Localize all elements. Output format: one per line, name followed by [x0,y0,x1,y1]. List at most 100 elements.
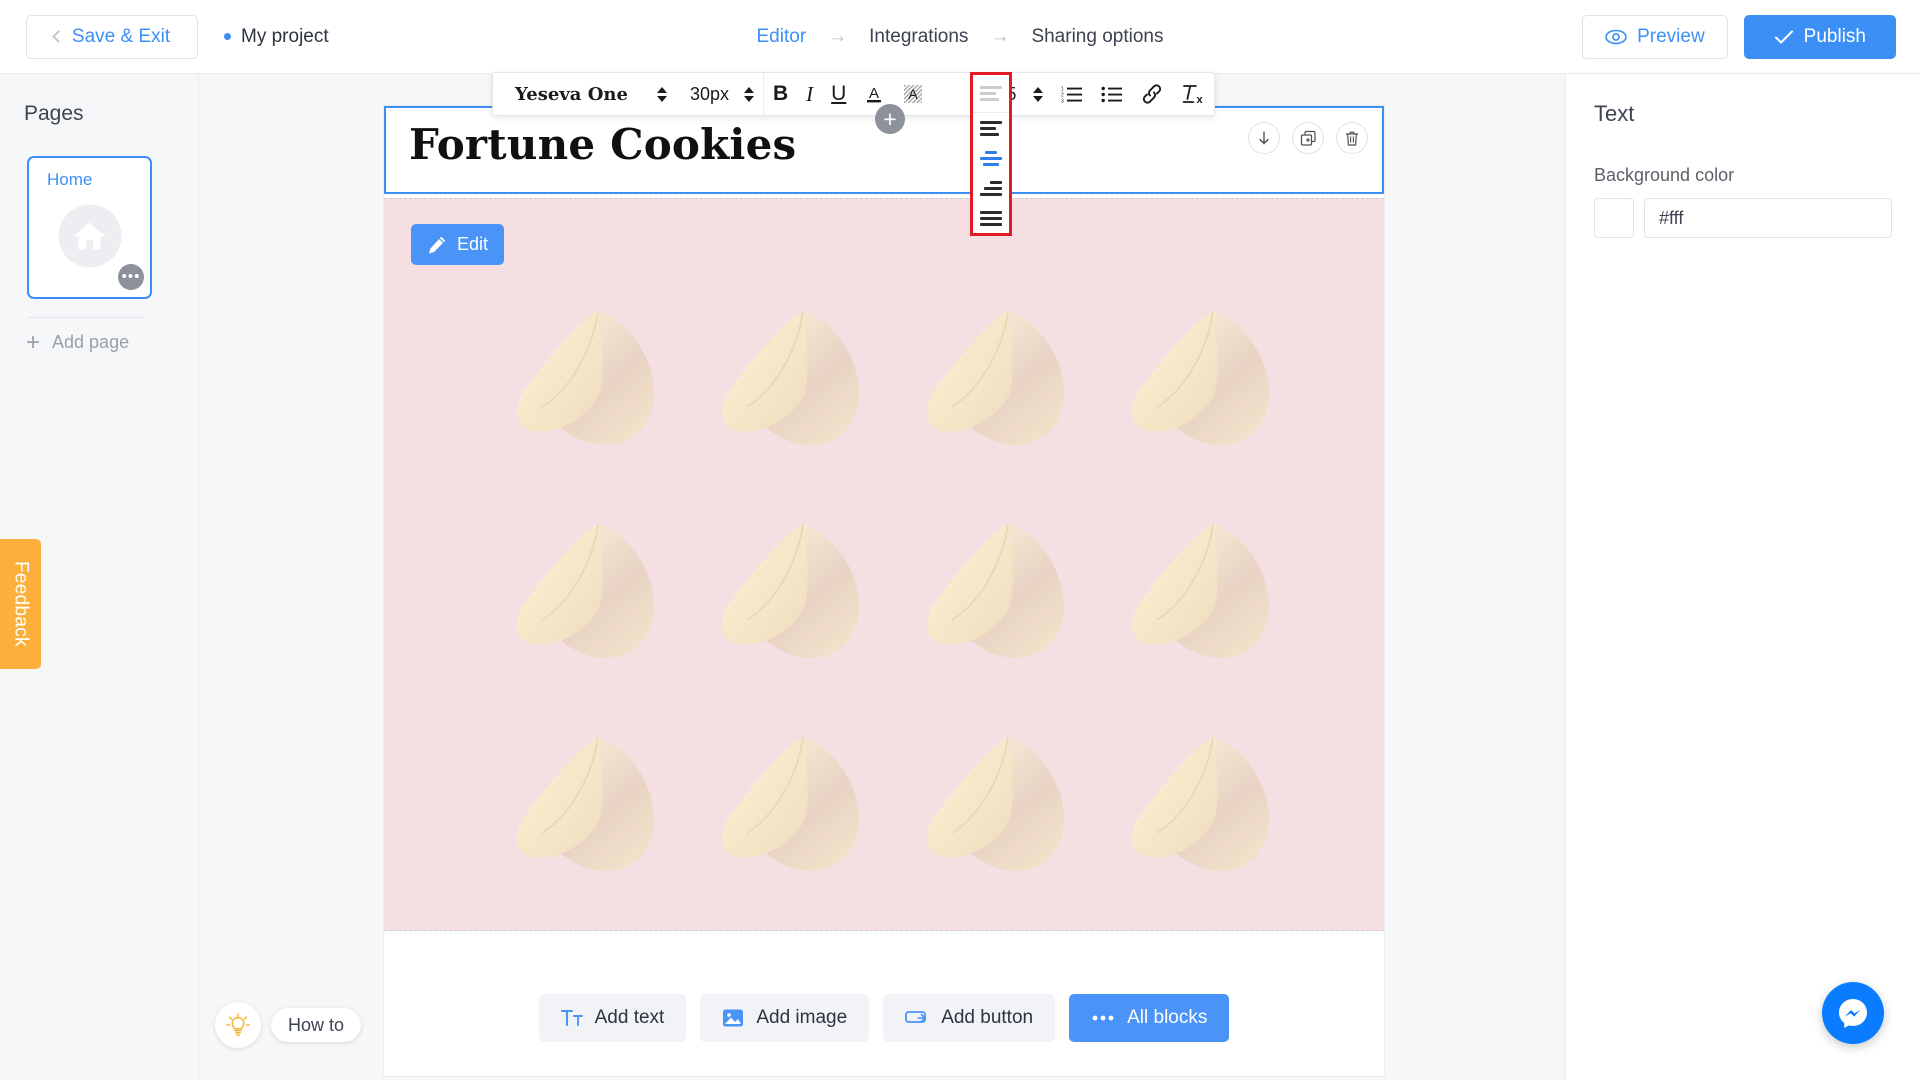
background-color-input[interactable] [1644,198,1892,238]
breadcrumb-item-sharing-options[interactable]: Sharing options [1031,26,1163,48]
feedback-label: Feedback [10,561,32,647]
unordered-list-icon [1101,86,1123,103]
button-icon [905,1010,927,1023]
fortune-cookie-image [926,736,1064,871]
lightbulb-icon [215,1002,261,1048]
feedback-tab[interactable]: Feedback [0,539,41,669]
font-family-select[interactable]: Yeseva One [493,72,648,116]
text-align-dropdown[interactable] [970,72,1012,236]
add-image-button[interactable]: Add image [700,993,870,1042]
fortune-cookie-image [516,736,654,871]
font-color-icon: A [867,85,882,103]
text-format-toolbar: Yeseva One 30px B I U A A 1.5 1 2 3 [492,72,1216,116]
move-down-button[interactable] [1248,122,1280,154]
page-heading[interactable]: Fortune Cookies [409,120,796,169]
align-center-icon [980,150,1002,166]
text-icon [560,1009,583,1026]
status-dot-icon [224,33,231,40]
ordered-list-button[interactable]: 1 2 3 [1052,72,1092,116]
home-icon [58,204,121,268]
arrow-down-icon [1259,131,1269,145]
fortune-cookie-image [516,310,654,445]
clear-formatting-button[interactable]: x [1172,72,1214,116]
pencil-icon [429,236,446,253]
unordered-list-button[interactable] [1092,72,1132,116]
add-page-label: Add page [52,332,130,352]
add-text-label: Add text [594,1006,665,1028]
duplicate-button[interactable] [1292,122,1324,154]
add-text-button[interactable]: Add text [538,993,687,1042]
background-color-row [1594,198,1920,238]
messenger-chat-button[interactable] [1822,982,1884,1044]
svg-text:x: x [1197,94,1204,105]
dots-icon [1092,1015,1114,1020]
pages-sidebar: Pages Home ••• + Add page Feedback [0,74,199,1080]
line-height-stepper-icon[interactable] [1024,86,1052,102]
breadcrumb-arrow-icon: → [990,25,1010,47]
align-left-icon [980,120,1002,136]
save-and-exit-button[interactable]: Save & Exit [26,14,198,59]
all-blocks-label: All blocks [1127,1006,1208,1028]
add-block-toolbar: Add text Add image Add button All blocks [384,959,1384,1076]
page-sheet: Fortune Cookies Edit Add text Add image … [384,106,1384,1076]
publish-button[interactable]: Publish [1743,14,1896,59]
breadcrumb-item-editor[interactable]: Editor [757,26,807,48]
top-bar: Save & Exit My project Editor → Integrat… [0,0,1920,74]
font-size-select[interactable]: 30px [676,72,735,116]
page-options-button[interactable]: ••• [118,264,144,290]
color-swatch-button[interactable] [1594,198,1634,238]
svg-text:3: 3 [1061,99,1064,104]
preview-button[interactable]: Preview [1582,14,1728,59]
sidebar-page-home[interactable]: Home ••• [27,156,152,299]
properties-panel: Text Background color [1565,74,1920,1080]
insert-link-button[interactable] [1132,72,1172,116]
fortune-cookie-image [1131,523,1269,658]
align-right-option[interactable] [973,173,1009,203]
align-justify-option[interactable] [973,203,1009,233]
delete-button[interactable] [1336,122,1368,154]
breadcrumb-arrow-icon: → [828,25,848,47]
top-bar-actions: Preview Publish [1582,14,1896,59]
fortune-cookie-image [516,523,654,658]
align-left-option[interactable] [973,113,1009,143]
trash-icon [1346,131,1358,146]
add-block-handle[interactable]: + [875,104,905,134]
how-to-helper[interactable]: How to [215,1002,362,1048]
align-center-option[interactable] [973,143,1009,173]
link-icon [1143,84,1162,104]
add-page-button[interactable]: + Add page [26,330,198,354]
add-image-label: Add image [756,1006,848,1028]
fortune-cookie-image [721,523,859,658]
ordered-list-icon: 1 2 3 [1061,87,1083,104]
edit-block-button[interactable]: Edit [411,224,505,265]
project-name-label: My project [241,25,329,47]
font-size-stepper-icon[interactable] [735,86,763,102]
breadcrumb: Editor → Integrations → Sharing options [757,26,1164,48]
clear-formatting-icon: x [1183,85,1204,105]
italic-button[interactable]: I [797,72,822,116]
copy-icon [1300,130,1316,146]
image-block[interactable]: Edit [384,198,1384,931]
font-family-stepper-icon[interactable] [648,86,676,102]
fortune-cookie-image [721,310,859,445]
add-button-label: Add button [941,1006,1034,1028]
text-align-current-button[interactable] [973,75,1009,113]
fortune-cookie-image [721,736,859,871]
underline-button[interactable]: U [822,72,855,116]
panel-title: Text [1594,101,1635,126]
fortune-cookie-image [1131,310,1269,445]
project-name[interactable]: My project [224,26,329,48]
all-blocks-button[interactable]: All blocks [1069,993,1230,1042]
align-justify-icon [980,210,1002,226]
highlight-icon: A [904,85,923,103]
save-and-exit-label: Save & Exit [71,25,171,47]
canvas-area: Fortune Cookies Edit Add text Add image … [199,74,1565,1080]
eye-icon [1605,29,1627,44]
fortune-cookie-grid [484,271,1304,910]
sidebar-divider [28,317,144,318]
breadcrumb-item-integrations[interactable]: Integrations [869,26,968,48]
fortune-cookie-image [1131,736,1269,871]
chevron-left-icon [52,30,65,43]
add-button-button[interactable]: Add button [883,993,1056,1042]
bold-button[interactable]: B [764,72,797,116]
